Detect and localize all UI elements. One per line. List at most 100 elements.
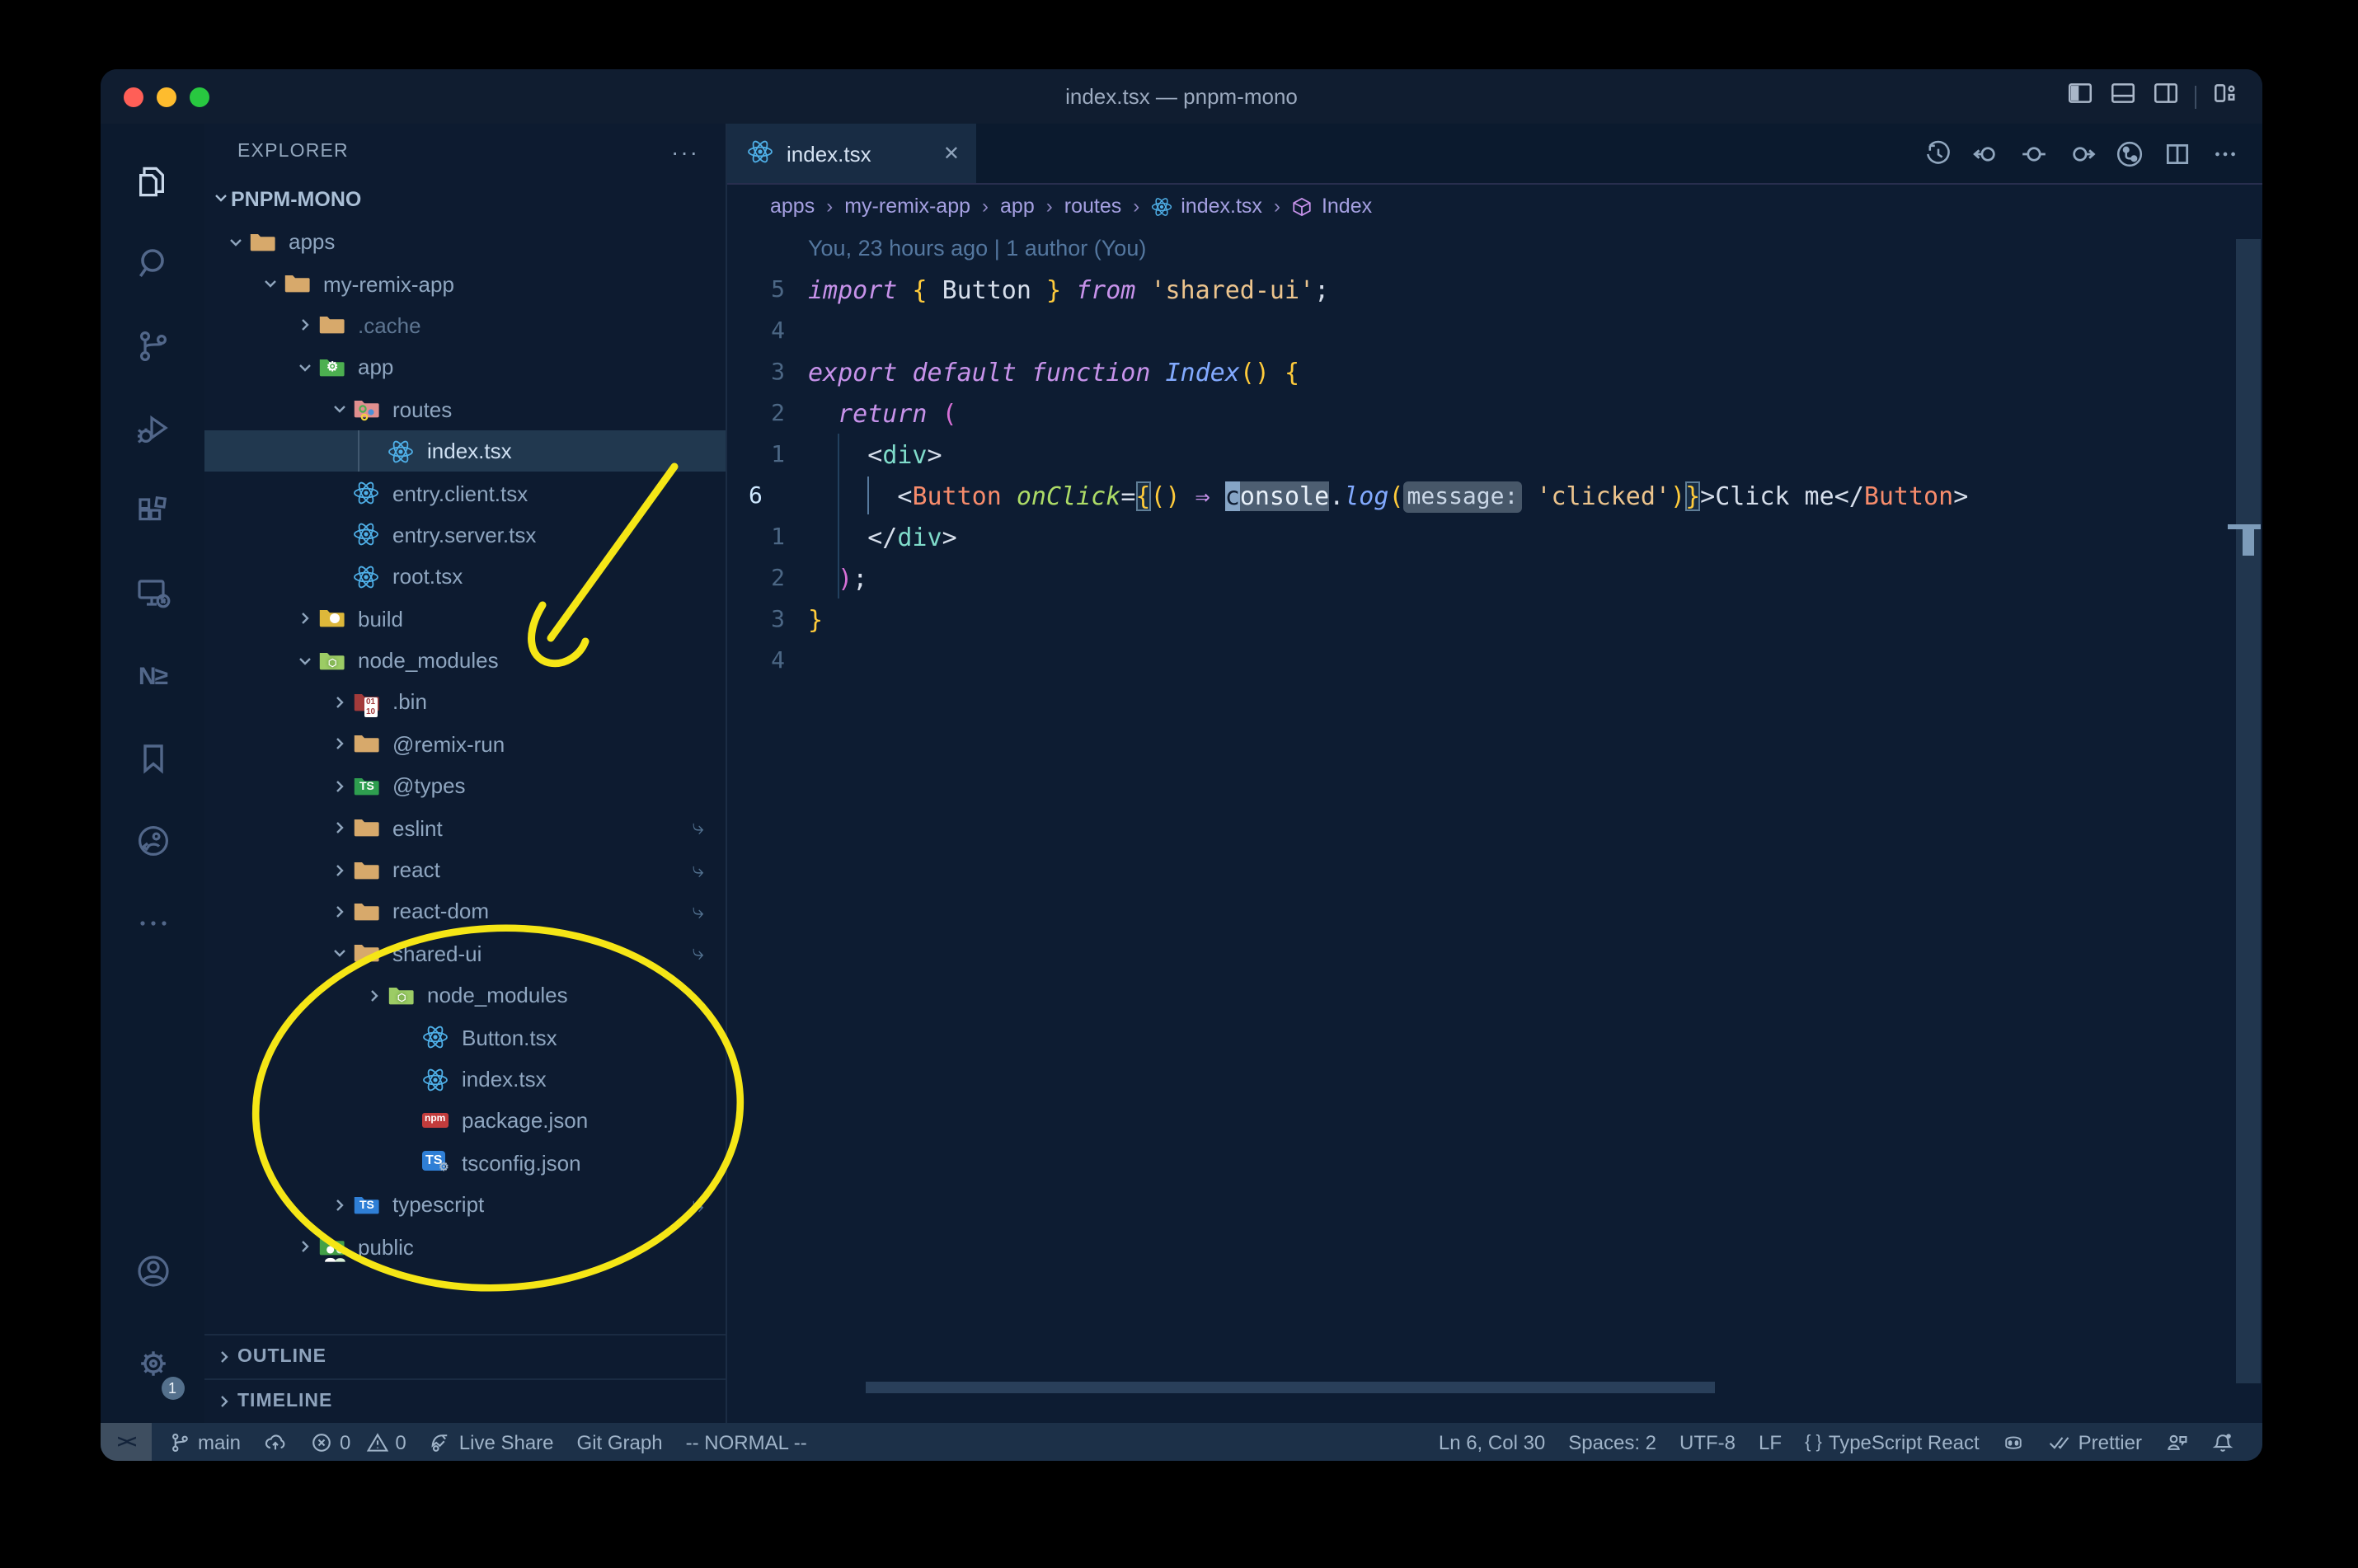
toggle-secondary-sidebar-button[interactable]	[2152, 78, 2180, 115]
tree-item-@remix-run[interactable]: @remix-run	[204, 723, 726, 765]
tree-item-app[interactable]: ⚙ app	[204, 346, 726, 388]
tree-item-node_modules[interactable]: ⬡ node_modules	[204, 974, 726, 1016]
status-main[interactable]: main	[168, 1430, 241, 1453]
timeline-section-header[interactable]: TIMELINE	[204, 1378, 726, 1423]
tree-item-root.tsx[interactable]: root.tsx	[204, 556, 726, 598]
breadcrumb-item-my-remix-app[interactable]: my-remix-app	[844, 195, 970, 218]
tree-item-Button.tsx[interactable]: Button.tsx	[204, 1016, 726, 1059]
tree-item-.bin[interactable]: 01 10 .bin	[204, 682, 726, 724]
customize-layout-button[interactable]	[2211, 78, 2239, 115]
toggle-sidebar-button[interactable]	[2066, 78, 2094, 115]
activity-remote-explorer-button[interactable]	[115, 552, 190, 635]
minimize-window-button[interactable]	[157, 87, 176, 106]
tree-item-package.json[interactable]: npm package.json	[204, 1100, 726, 1142]
screen: index.tsx — pnpm-mono N≥ 1 EXPLORER ··· P…	[0, 0, 2358, 1568]
live-share-icon	[430, 1430, 453, 1453]
tree-item-entry.client.tsx[interactable]: entry.client.tsx	[204, 472, 726, 514]
status-bell-dot[interactable]	[2211, 1430, 2234, 1453]
tree-item-routes[interactable]: routes	[204, 388, 726, 430]
tree-item-label: node_modules	[358, 648, 499, 674]
tree-item-entry.server.tsx[interactable]: entry.server.tsx	[204, 514, 726, 556]
status-0[interactable]: 00	[310, 1430, 406, 1453]
folder-icon	[353, 899, 381, 925]
zoom-window-button[interactable]	[190, 87, 209, 106]
sidebar-sections: OUTLINE TIMELINE	[204, 1334, 726, 1423]
activity-explorer-button[interactable]	[115, 140, 190, 223]
status-cloud-upload[interactable]	[264, 1430, 287, 1453]
horizontal-scrollbar[interactable]	[866, 1382, 1715, 1393]
tree-item-my-remix-app[interactable]: my-remix-app	[204, 263, 726, 305]
line-number: 3	[771, 606, 785, 632]
breadcrumb-item-app[interactable]: app	[1000, 195, 1035, 218]
breadcrumb-item-index.tsx[interactable]: index.tsx	[1151, 195, 1262, 218]
status-spaces-2[interactable]: Spaces: 2	[1568, 1430, 1656, 1453]
status-utf-8[interactable]: UTF-8	[1679, 1430, 1736, 1453]
git-graph-button[interactable]	[2111, 135, 2147, 171]
status-live-share[interactable]: Live Share	[430, 1430, 554, 1453]
breadcrumb-item-Index[interactable]: Index	[1292, 195, 1372, 218]
activity-settings-button[interactable]: 1	[115, 1317, 190, 1410]
tree-item-eslint[interactable]: eslint ⤷	[204, 807, 726, 849]
tree-item-shared-ui[interactable]: shared-ui ⤷	[204, 932, 726, 974]
navigate-forward-button[interactable]	[2063, 135, 2099, 171]
file-history-button[interactable]	[1919, 135, 1956, 171]
status-typescript-react[interactable]: { } TypeScript React	[1805, 1430, 1980, 1453]
close-tab-icon[interactable]: ✕	[943, 142, 960, 165]
activity-bookmarks-button[interactable]	[115, 717, 190, 800]
split-editor-button[interactable]	[2158, 135, 2195, 171]
tree-item-build[interactable]: build	[204, 598, 726, 640]
tree-item-index.tsx[interactable]: index.tsx	[204, 1059, 726, 1101]
activity-more-button[interactable]	[115, 882, 190, 965]
activity-search-button[interactable]	[115, 223, 190, 305]
status-prettier[interactable]: Prettier	[2049, 1430, 2142, 1453]
tree-item-@types[interactable]: TS @types	[204, 765, 726, 807]
status-lf[interactable]: LF	[1759, 1430, 1782, 1453]
status-ln-6-col-30[interactable]: Ln 6, Col 30	[1439, 1430, 1545, 1453]
status-git-graph[interactable]: Git Graph	[577, 1430, 663, 1453]
ts-config-icon: TS ⚙	[422, 1150, 450, 1176]
remote-indicator[interactable]: ><	[101, 1423, 152, 1461]
breadcrumb-item-routes[interactable]: routes	[1064, 195, 1122, 218]
folder-app-icon: ⚙	[318, 354, 346, 381]
tree-item-react-dom[interactable]: react-dom ⤷	[204, 891, 726, 933]
chevron-right-icon	[325, 735, 353, 754]
breadcrumb-label: apps	[770, 195, 815, 218]
explorer-more-actions-button[interactable]: ···	[671, 138, 699, 164]
tree-item-node_modules[interactable]: ⬡ node_modules	[204, 640, 726, 682]
status-copilot[interactable]	[2003, 1430, 2026, 1453]
activity-run-debug-button[interactable]	[115, 387, 190, 470]
activity-nx-console-button[interactable]: N≥	[115, 635, 190, 717]
navigate-back-button[interactable]	[1967, 135, 2003, 171]
tree-item-typescript[interactable]: TS typescript ⤷	[204, 1184, 726, 1226]
breadcrumb-separator: ›	[1133, 195, 1140, 218]
activity-account-button[interactable]	[115, 1225, 190, 1317]
tree-item-label: shared-ui	[392, 941, 482, 966]
close-window-button[interactable]	[124, 87, 143, 106]
current-position-button[interactable]	[2015, 135, 2051, 171]
status-feedback[interactable]	[2165, 1430, 2188, 1453]
tree-root-pnpm-mono[interactable]: PNPM-MONO	[204, 178, 726, 221]
tree-item-react[interactable]: react ⤷	[204, 849, 726, 891]
npm-icon: npm	[422, 1108, 450, 1134]
outline-section-header[interactable]: OUTLINE	[204, 1334, 726, 1378]
activity-extensions-button[interactable]	[115, 470, 190, 552]
tree-item-apps[interactable]: apps	[204, 221, 726, 263]
status--normal-[interactable]: -- NORMAL --	[686, 1430, 807, 1453]
tree-item-tsconfig.json[interactable]: TS ⚙ tsconfig.json	[204, 1142, 726, 1184]
line-number: 3	[771, 359, 785, 385]
title-bar: index.tsx — pnpm-mono	[101, 69, 2262, 124]
editor-group: index.tsx ✕ apps › my-remix-app › app › routes…	[727, 124, 2262, 1423]
tab-index-tsx[interactable]: index.tsx ✕	[727, 124, 976, 183]
tree-item-index.tsx[interactable]: index.tsx	[204, 430, 726, 473]
vertical-scrollbar[interactable]	[2228, 239, 2261, 1383]
code-editor[interactable]: You, 23 hours ago | 1 author (You) 5 impor…	[727, 228, 2236, 681]
breadcrumb-item-apps[interactable]: apps	[770, 195, 815, 218]
activity-source-control-button[interactable]	[115, 305, 190, 387]
line-number: 2	[771, 565, 785, 591]
toggle-panel-button[interactable]	[2109, 78, 2137, 115]
tree-item-public[interactable]: public	[204, 1226, 726, 1268]
tree-item-.cache[interactable]: .cache	[204, 305, 726, 347]
status-label: Spaces: 2	[1568, 1430, 1657, 1453]
more-actions-button[interactable]	[2206, 135, 2243, 171]
activity-live-share-button[interactable]	[115, 800, 190, 882]
